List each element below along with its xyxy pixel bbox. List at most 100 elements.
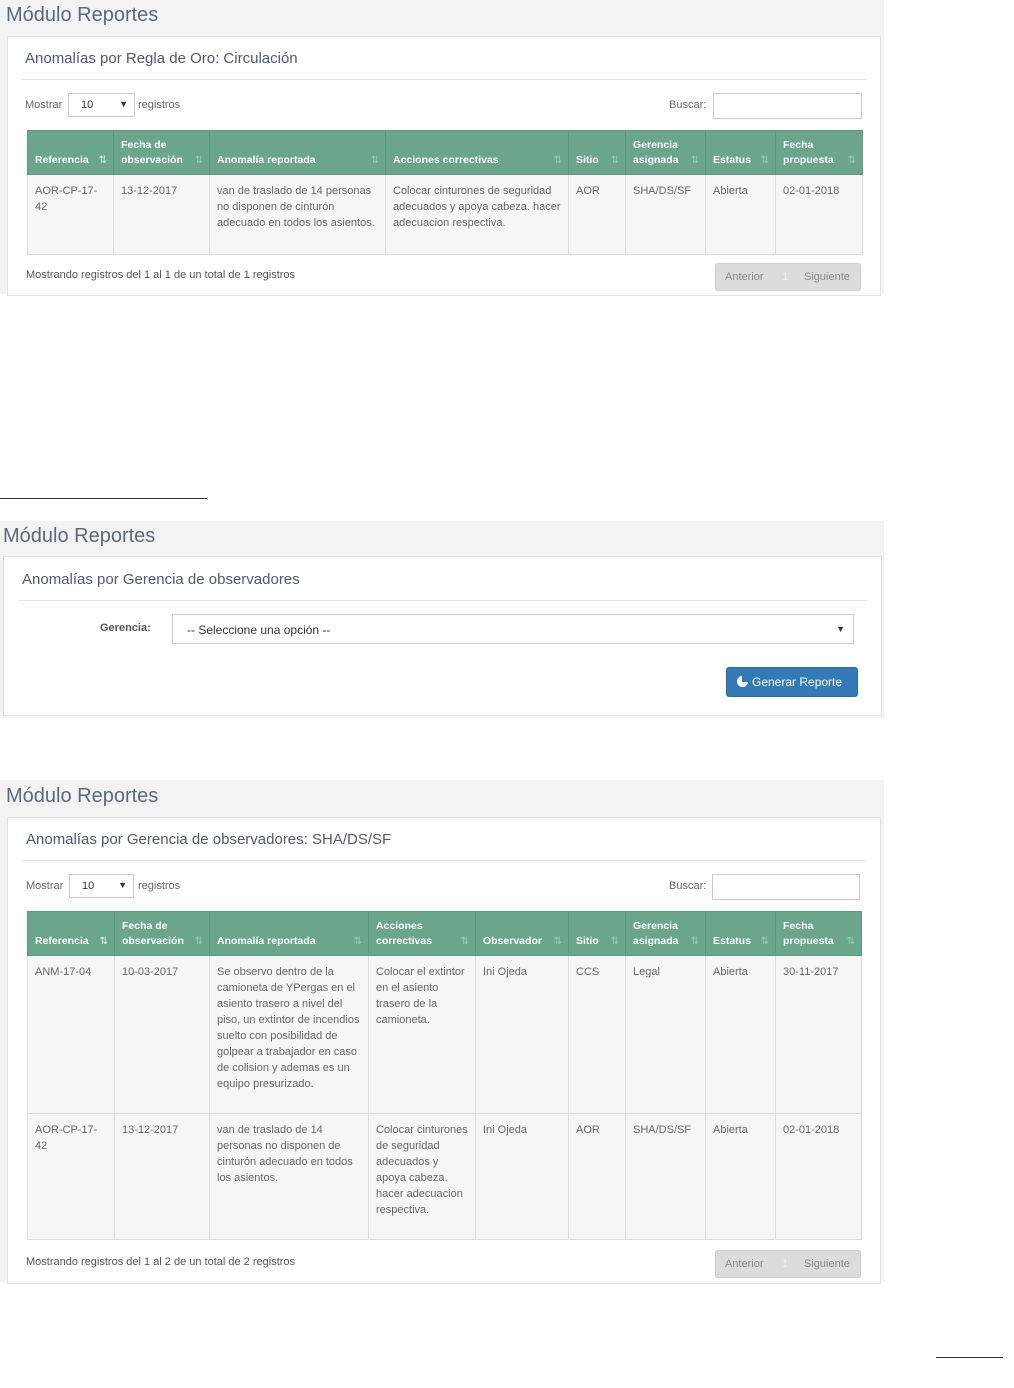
column-header[interactable]: Estatus ⇅ xyxy=(705,911,776,956)
panel-divider xyxy=(19,600,867,601)
column-header[interactable]: Fecha propuesta ⇅ xyxy=(775,911,862,956)
sort-icon: ⇅ xyxy=(194,155,203,166)
page-length-value: 10 xyxy=(81,99,94,111)
show-label: Mostrar xyxy=(25,99,63,111)
table-cell: Colocar cinturones de seguridad adecuado… xyxy=(368,1113,476,1240)
column-header[interactable]: Fecha de observación ⇅ xyxy=(113,130,210,175)
screenshot-gerencia-results: Módulo Reportes Anomalías por Gerencia d… xyxy=(0,780,884,1284)
table-cell: Se observo dentro de la camioneta de YPe… xyxy=(209,955,369,1114)
module-title: Módulo Reportes xyxy=(6,785,159,807)
table-cell: 10-03-2017 xyxy=(114,955,210,1114)
table-info: Mostrando registros del 1 al 2 de un tot… xyxy=(26,1256,296,1268)
table-cell: ANM-17-04 xyxy=(27,955,115,1114)
pagination-next[interactable]: Siguiente xyxy=(804,1258,850,1270)
table-cell: AOR xyxy=(568,1113,626,1240)
table-row: AOR-CP-17-42 13-12-2017 van de traslado … xyxy=(27,174,863,255)
page-length-select[interactable]: 10 ▼ xyxy=(69,874,134,898)
search-input[interactable] xyxy=(712,874,860,900)
column-header[interactable]: Referencia ⇅ xyxy=(27,130,114,175)
table-cell: AOR xyxy=(568,174,626,255)
records-label: registros xyxy=(138,880,181,892)
sort-asc-icon: ⇅ xyxy=(98,155,107,166)
column-header[interactable]: Sitio ⇅ xyxy=(568,911,626,956)
table-cell: SHA/DS/SF xyxy=(625,1113,706,1240)
column-header[interactable]: Anomalía reportada ⇅ xyxy=(209,130,386,175)
panel-divider xyxy=(22,860,866,861)
table-cell: van de traslado de 14 personas no dispon… xyxy=(209,1113,369,1240)
column-header[interactable]: Observador ⇅ xyxy=(475,911,569,956)
records-label: registros xyxy=(138,99,181,111)
sort-icon: ⇅ xyxy=(370,155,379,166)
column-header[interactable]: Gerencia asignada ⇅ xyxy=(625,911,706,956)
panel-title: Anomalías por Gerencia de observadores: … xyxy=(26,831,392,848)
panel-title: Anomalías por Regla de Oro: Circulación xyxy=(25,50,298,67)
table-cell: Abierta xyxy=(705,955,776,1114)
pagination: Anterior 1 Siguiente xyxy=(715,1250,861,1278)
pagination-page[interactable]: 1 xyxy=(782,1258,788,1270)
generate-report-button[interactable]: Generar Reporte xyxy=(726,667,858,697)
table-cell: van de traslado de 14 personas no dispon… xyxy=(209,174,386,255)
sort-icon: ⇅ xyxy=(194,936,203,947)
table-cell: Legal xyxy=(625,955,706,1114)
table-cell: AOR-CP-17-42 xyxy=(27,1113,115,1240)
chevron-down-icon: ▼ xyxy=(119,99,128,109)
table-cell: Colocar el extintor en el asiento traser… xyxy=(368,955,476,1114)
table-cell: Ini Ojeda xyxy=(475,1113,569,1240)
table-cell: 02-01-2018 xyxy=(775,1113,862,1240)
sort-icon: ⇅ xyxy=(553,155,562,166)
table-row: AOR-CP-17-42 13-12-2017 van de traslado … xyxy=(27,1113,862,1240)
report-panel: Anomalías por Gerencia de observadores G… xyxy=(3,556,882,716)
sort-icon: ⇅ xyxy=(553,936,562,947)
panel-divider xyxy=(22,79,866,80)
sort-icon: ⇅ xyxy=(760,155,769,166)
page-length-value: 10 xyxy=(82,880,95,892)
table-cell: 30-11-2017 xyxy=(775,955,862,1114)
generate-report-label: Generar Reporte xyxy=(752,675,843,689)
page-length-select[interactable]: 10 ▼ xyxy=(68,93,135,117)
column-header[interactable]: Estatus ⇅ xyxy=(705,130,776,175)
table-cell: Abierta xyxy=(705,1113,776,1240)
column-header[interactable]: Fecha de observación ⇅ xyxy=(114,911,210,956)
screenshot-reglas-oro: Módulo Reportes Anomalías por Regla de O… xyxy=(0,0,884,296)
report-panel: Anomalías por Regla de Oro: Circulación … xyxy=(7,36,881,296)
anomalies-table: Referencia ⇅ Fecha de observación ⇅ Anomal… xyxy=(27,130,863,255)
module-title: Módulo Reportes xyxy=(3,525,156,547)
column-header[interactable]: Fecha propuesta ⇅ xyxy=(775,130,863,175)
search-label: Buscar: xyxy=(669,99,707,111)
table-cell: 13-12-2017 xyxy=(114,1113,210,1240)
gerencia-label: Gerencia: xyxy=(100,622,151,634)
column-header[interactable]: Acciones correctivas ⇅ xyxy=(385,130,569,175)
search-label: Buscar: xyxy=(669,880,707,892)
table-cell: Ini Ojeda xyxy=(475,955,569,1114)
pagination-next[interactable]: Siguiente xyxy=(804,271,850,283)
column-header[interactable]: Sitio ⇅ xyxy=(568,130,626,175)
sort-icon: ⇅ xyxy=(690,936,699,947)
table-row: ANM-17-04 10-03-2017 Se observo dentro d… xyxy=(27,955,862,1114)
show-label: Mostrar xyxy=(26,880,64,892)
screenshot-gerencia-form: Módulo Reportes Anomalías por Gerencia d… xyxy=(0,521,884,718)
sort-icon: ⇅ xyxy=(690,155,699,166)
table-info: Mostrando registros del 1 al 1 de un tot… xyxy=(26,269,296,281)
sort-icon: ⇅ xyxy=(610,936,619,947)
pie-chart-icon xyxy=(737,676,748,687)
column-header[interactable]: Acciones correctivas ⇅ xyxy=(368,911,476,956)
gerencia-select-value: -- Seleccione una opción -- xyxy=(187,623,331,637)
table-cell: SHA/DS/SF xyxy=(625,174,706,255)
column-header[interactable]: Gerencia asignada ⇅ xyxy=(625,130,706,175)
report-panel: Anomalías por Gerencia de observadores: … xyxy=(7,817,881,1284)
gerencia-select[interactable]: -- Seleccione una opción -- ▼ xyxy=(172,614,854,644)
chevron-down-icon: ▼ xyxy=(836,624,845,634)
table-cell: Abierta xyxy=(705,174,776,255)
sort-icon: ⇅ xyxy=(847,155,856,166)
module-title: Módulo Reportes xyxy=(6,4,159,26)
anomalies-table: Referencia ⇅ Fecha de observación ⇅ Anomal… xyxy=(27,911,862,1240)
pagination-previous[interactable]: Anterior xyxy=(725,271,764,283)
pagination-page[interactable]: 1 xyxy=(782,271,788,283)
table-cell: Colocar cinturones de seguridad adecuado… xyxy=(385,174,569,255)
chevron-down-icon: ▼ xyxy=(118,880,127,890)
column-header[interactable]: Anomalía reportada ⇅ xyxy=(209,911,369,956)
pagination-previous[interactable]: Anterior xyxy=(725,1258,764,1270)
sort-icon: ⇅ xyxy=(846,936,855,947)
column-header[interactable]: Referencia ⇅ xyxy=(27,911,115,956)
search-input[interactable] xyxy=(713,93,862,119)
